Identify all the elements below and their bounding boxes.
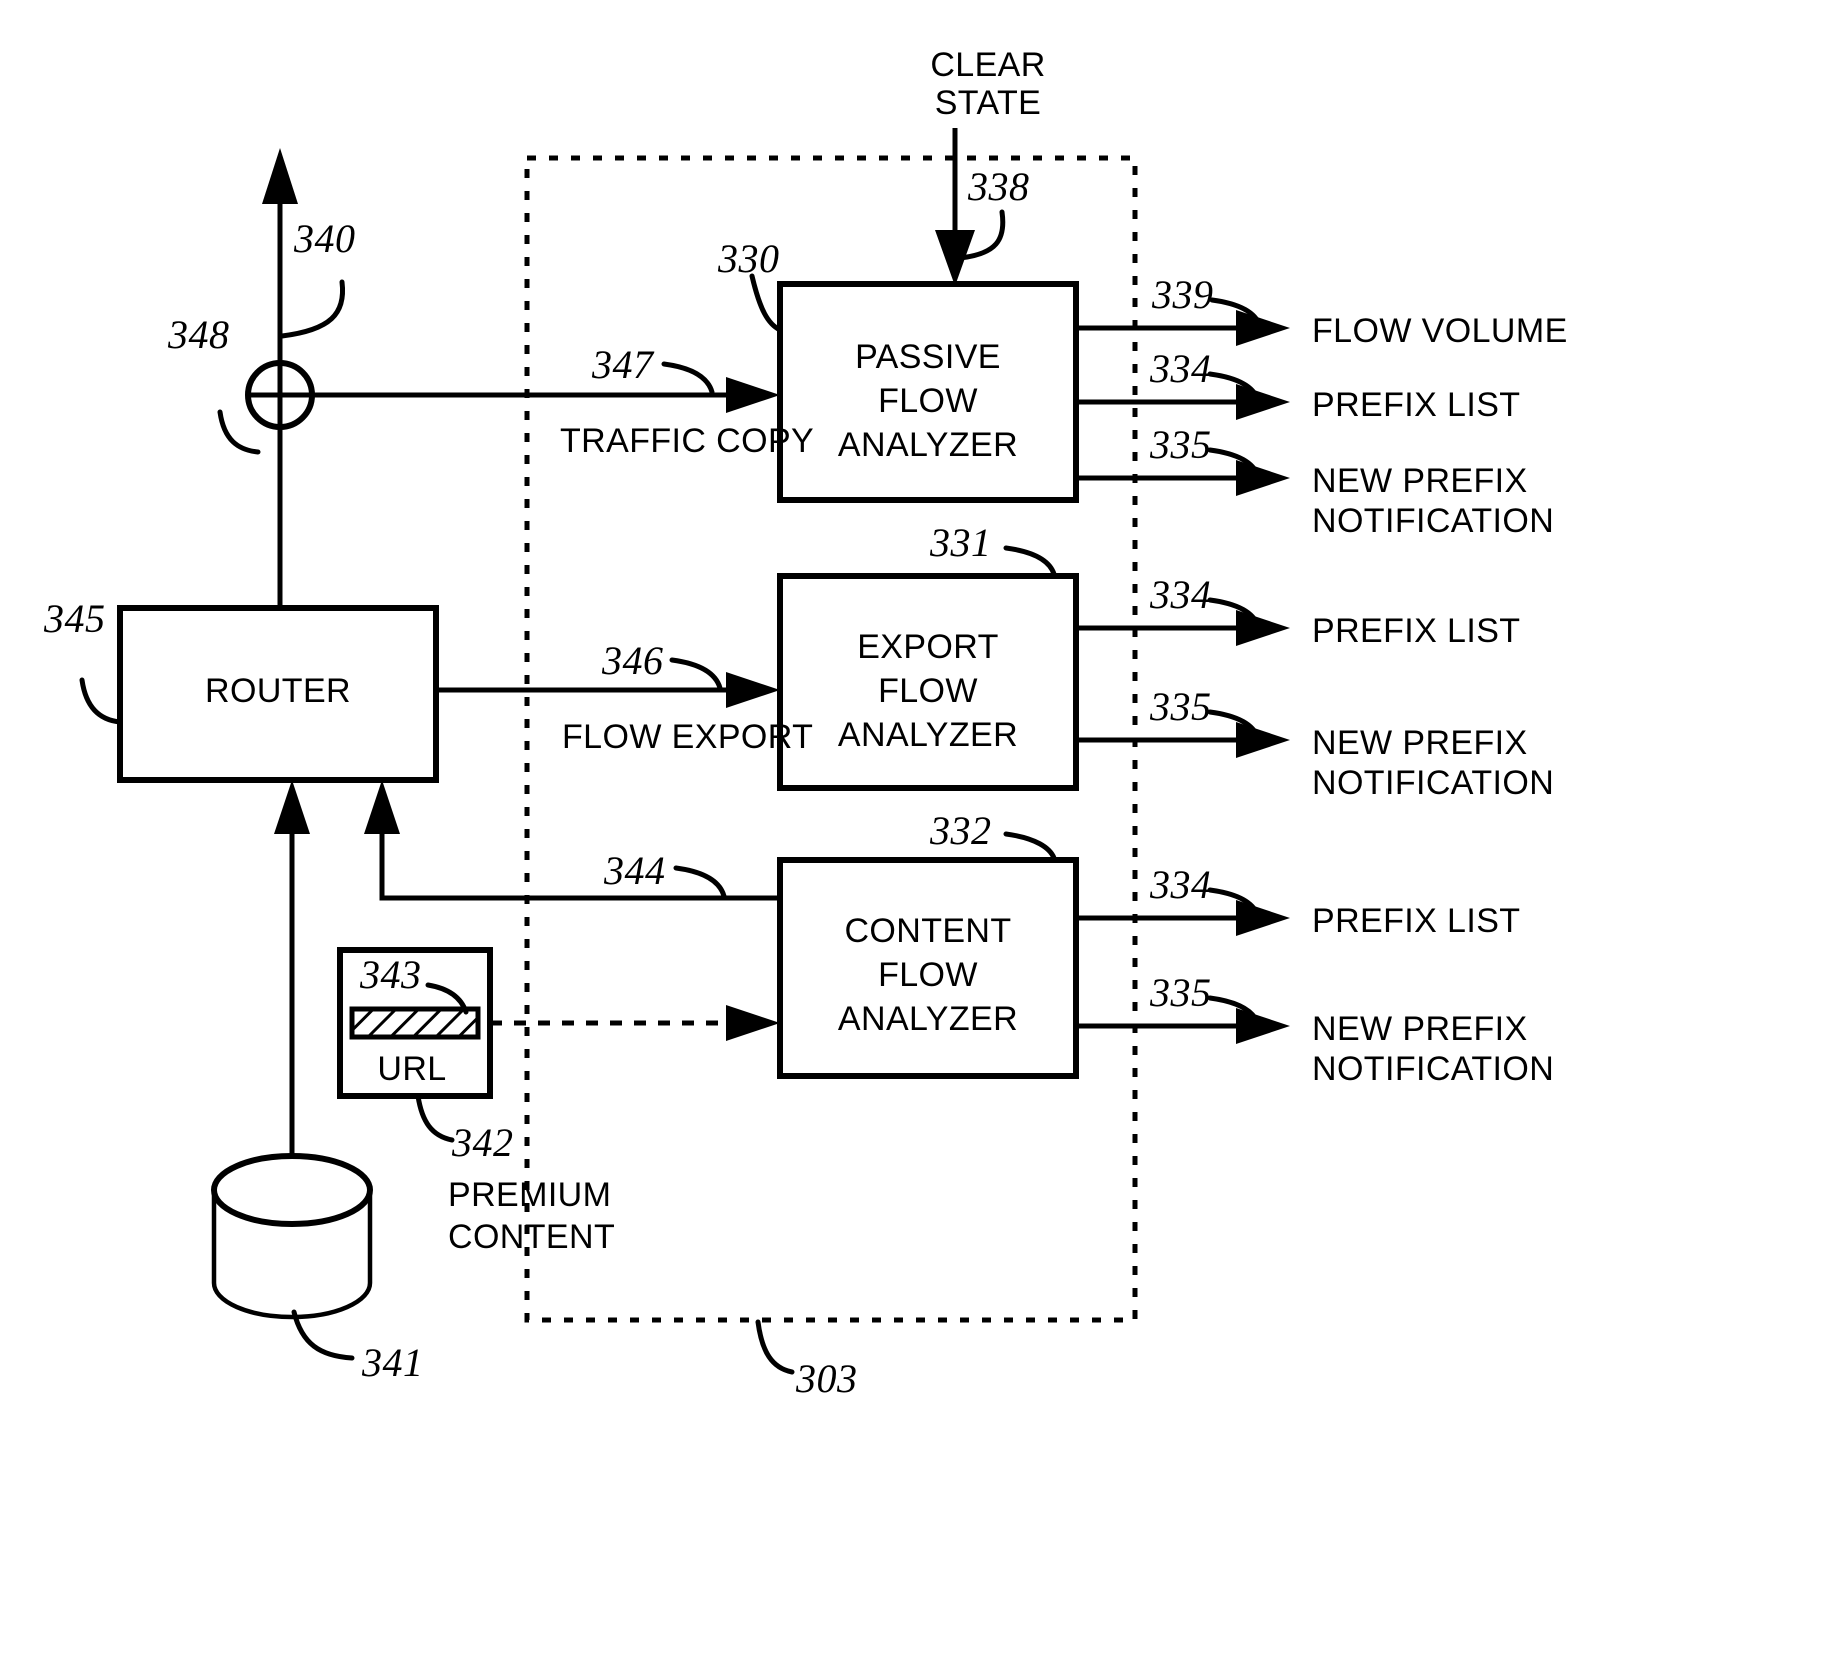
ref-335-pfa: 335	[1149, 422, 1212, 467]
premium-content-label-2: CONTENT	[448, 1218, 615, 1256]
passive-flow-analyzer-label-3: ANALYZER	[838, 426, 1018, 464]
router-label: ROUTER	[205, 672, 351, 710]
ref-348: 348	[167, 312, 230, 357]
cfa-output-new-prefix-arrowhead	[1236, 1008, 1290, 1044]
content-store-cylinder-top	[211, 1153, 373, 1227]
ref-343: 343	[359, 952, 422, 997]
ref-332: 332	[929, 808, 992, 853]
ref-335-efa: 335	[1149, 684, 1212, 729]
content-flow-analyzer-label-2: FLOW	[878, 956, 978, 994]
url-to-content-analyzer-arrowhead	[726, 1005, 780, 1041]
ref-346-leader	[669, 657, 723, 691]
output-export-prefix-list-label: PREFIX LIST	[1312, 612, 1520, 650]
ref-347-leader	[661, 361, 715, 395]
traffic-copy-arrowhead	[726, 377, 780, 413]
ref-346: 346	[601, 638, 664, 683]
ref-344-leader	[673, 865, 727, 899]
output-content-new-prefix-label-1: NEW PREFIX	[1312, 1010, 1528, 1048]
pfa-output-new-prefix-arrowhead	[1236, 460, 1290, 496]
output-export-new-prefix-label-1: NEW PREFIX	[1312, 724, 1528, 762]
cfa-output-prefix-list-arrowhead	[1236, 900, 1290, 936]
ref-334-efa: 334	[1149, 572, 1212, 617]
ref-342-leader	[415, 1093, 455, 1143]
content-store-arrowhead	[274, 780, 310, 834]
ref-331-leader	[1003, 545, 1057, 577]
ref-339: 339	[1151, 272, 1214, 317]
clear-state-label-2: STATE	[935, 84, 1042, 122]
output-content-prefix-list-label: PREFIX LIST	[1312, 902, 1520, 940]
output-export-new-prefix-label-2: NOTIFICATION	[1312, 764, 1554, 802]
ref-347: 347	[591, 342, 655, 387]
ref-345: 345	[43, 596, 106, 641]
clear-state-label-1: CLEAR	[930, 46, 1045, 84]
efa-output-prefix-list-arrowhead	[1236, 610, 1290, 646]
ref-340-leader	[279, 279, 346, 339]
ref-341: 341	[361, 1340, 424, 1385]
ref-340: 340	[293, 216, 356, 261]
output-passive-new-prefix-label-2: NOTIFICATION	[1312, 502, 1554, 540]
export-flow-analyzer-label-3: ANALYZER	[838, 716, 1018, 754]
flow-export-arrowhead	[726, 672, 780, 708]
ref-330-leader	[749, 273, 783, 333]
pfa-output-prefix-list-arrowhead	[1236, 384, 1290, 420]
ref-348-leader	[217, 409, 261, 455]
ref-344: 344	[603, 848, 666, 893]
ref-342: 342	[451, 1120, 514, 1165]
ref-330: 330	[717, 236, 780, 281]
pfa-output-flow-volume-arrowhead	[1236, 310, 1290, 346]
ref-331: 331	[929, 520, 992, 565]
output-passive-new-prefix-label-1: NEW PREFIX	[1312, 462, 1528, 500]
ref-338: 338	[967, 164, 1030, 209]
ref-334-cfa: 334	[1149, 862, 1212, 907]
passive-flow-analyzer-label-1: PASSIVE	[855, 338, 1001, 376]
diagram-canvas: ROUTER PASSIVE FLOW ANALYZER EXPORT FLOW…	[43, 46, 1568, 1401]
output-content-new-prefix-label-2: NOTIFICATION	[1312, 1050, 1554, 1088]
content-feed-arrowhead	[364, 780, 400, 834]
patent-figure: ROUTER PASSIVE FLOW ANALYZER EXPORT FLOW…	[0, 0, 1832, 1675]
output-flow-volume-label: FLOW VOLUME	[1312, 312, 1568, 350]
ref-332-leader	[1003, 831, 1057, 861]
ref-345-leader	[79, 677, 123, 725]
efa-output-new-prefix-arrowhead	[1236, 722, 1290, 758]
url-box-label: URL	[377, 1050, 446, 1088]
ref-303-leader	[755, 1319, 795, 1375]
content-feed-line	[379, 800, 780, 901]
ref-334-pfa: 334	[1149, 346, 1212, 391]
premium-content-label-1: PREMIUM	[448, 1176, 611, 1214]
output-passive-prefix-list-label: PREFIX LIST	[1312, 386, 1520, 424]
url-bar-343	[349, 1006, 481, 1040]
ref-303: 303	[795, 1356, 858, 1401]
uplink-arrowhead	[262, 148, 298, 204]
export-flow-analyzer-label-2: FLOW	[878, 672, 978, 710]
flow-export-label: FLOW EXPORT	[562, 718, 813, 756]
export-flow-analyzer-label-1: EXPORT	[857, 628, 999, 666]
content-flow-analyzer-label-3: ANALYZER	[838, 1000, 1018, 1038]
ref-335-cfa: 335	[1149, 970, 1212, 1015]
content-flow-analyzer-label-1: CONTENT	[844, 912, 1011, 950]
traffic-copy-label: TRAFFIC COPY	[560, 422, 814, 460]
passive-flow-analyzer-label-2: FLOW	[878, 382, 978, 420]
